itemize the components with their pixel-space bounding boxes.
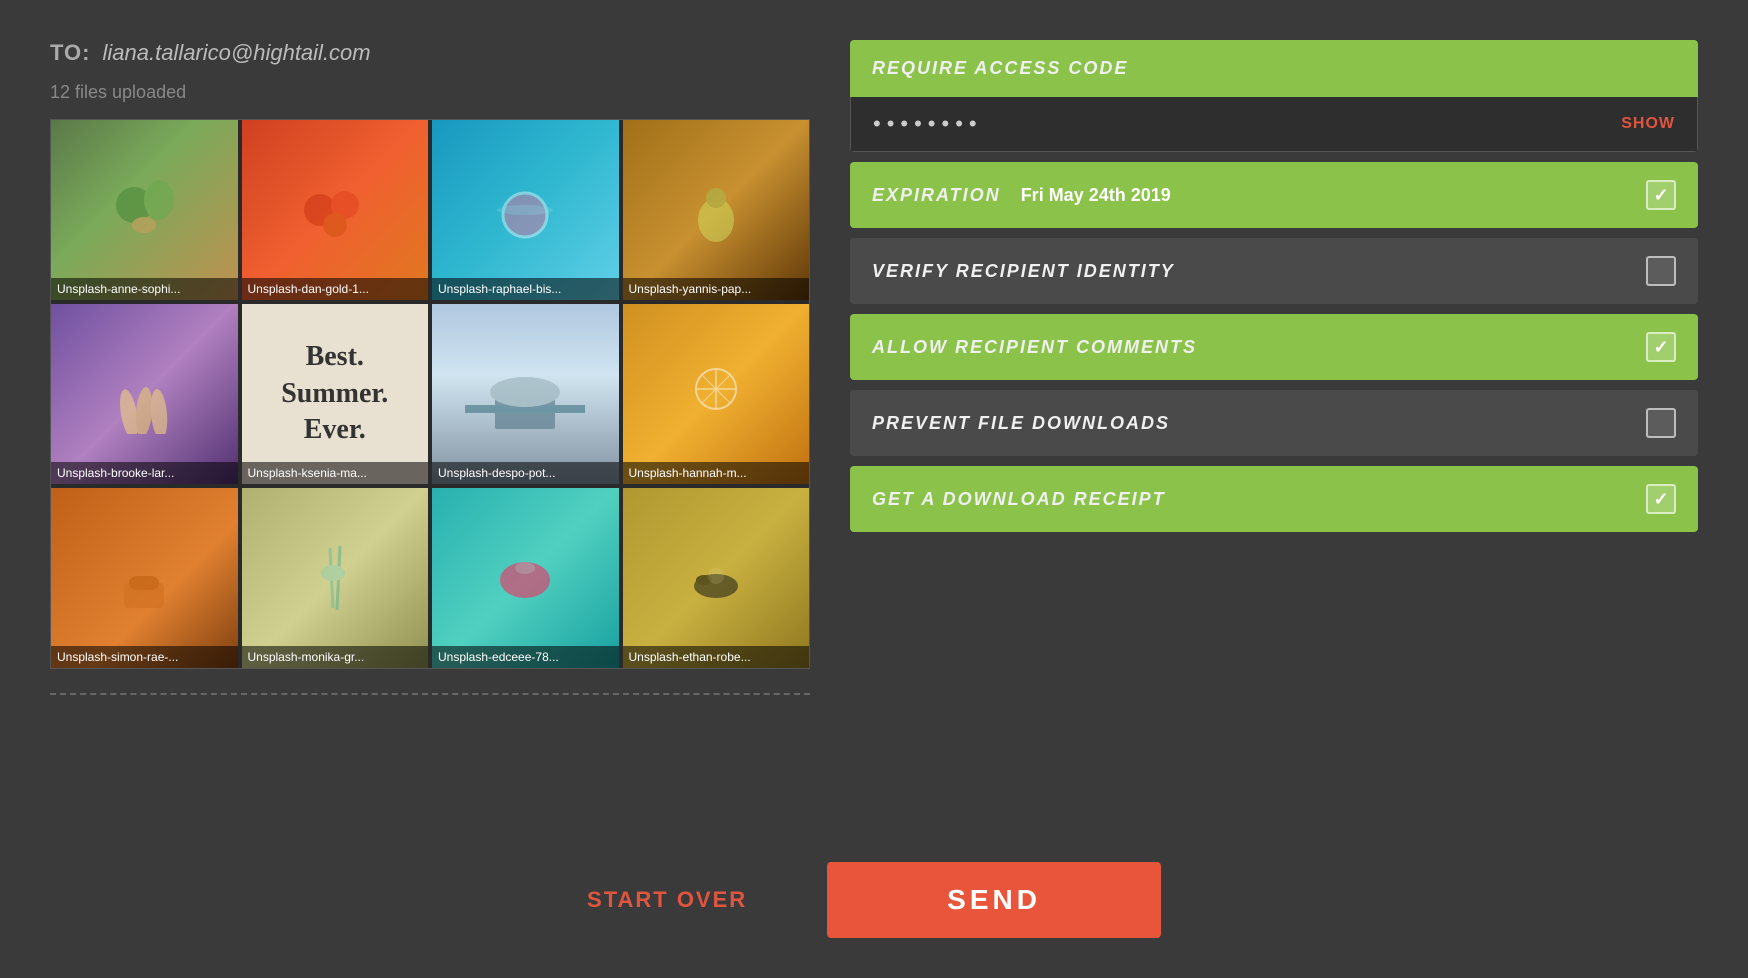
expiration-label: EXPIRATION [872, 185, 1001, 206]
expiration-checkbox[interactable]: ✓ [1646, 180, 1676, 210]
grid-item: Unsplash-ethan-robe... [623, 488, 810, 668]
verify-identity-label: VERIFY RECIPIENT IDENTITY [872, 261, 1175, 282]
access-code-label: REQUIRE ACCESS CODE [872, 58, 1128, 79]
start-over-button[interactable]: START OVER [587, 887, 747, 913]
grid-item-label: Unsplash-yannis-pap... [623, 278, 810, 300]
files-count: 12 files uploaded [50, 82, 810, 103]
password-dots: •••••••• [873, 111, 983, 137]
verify-identity-option[interactable]: VERIFY RECIPIENT IDENTITY [850, 238, 1698, 304]
dashed-separator [50, 693, 810, 695]
verify-identity-checkbox[interactable] [1646, 256, 1676, 286]
grid-item: Unsplash-dan-gold-1... [242, 120, 429, 300]
checkmark-icon: ✓ [1653, 489, 1668, 510]
files-grid: Unsplash-anne-sophi... Unsplash-dan-gold… [50, 119, 810, 669]
download-receipt-label: GET A DOWNLOAD RECEIPT [872, 489, 1166, 510]
expiration-section: EXPIRATION Fri May 24th 2019 ✓ [850, 162, 1698, 228]
expiration-date: Fri May 24th 2019 [1021, 185, 1171, 206]
right-panel: REQUIRE ACCESS CODE •••••••• SHOW EXPIRA… [850, 40, 1698, 822]
grid-item-label: Unsplash-hannah-m... [623, 462, 810, 484]
allow-comments-label: ALLOW RECIPIENT COMMENTS [872, 337, 1197, 358]
allow-comments-option[interactable]: ALLOW RECIPIENT COMMENTS ✓ [850, 314, 1698, 380]
send-button[interactable]: SEND [827, 862, 1161, 938]
prevent-downloads-label: PREVENT FILE DOWNLOADS [872, 413, 1170, 434]
grid-item: Unsplash-brooke-lar... [51, 304, 238, 484]
grid-item: Unsplash-monika-gr... [242, 488, 429, 668]
grid-item-label: Unsplash-ksenia-ma... [242, 462, 429, 484]
grid-item-label: Unsplash-monika-gr... [242, 646, 429, 668]
grid-item: Unsplash-simon-rae-... [51, 488, 238, 668]
allow-comments-checkbox[interactable]: ✓ [1646, 332, 1676, 362]
grid-item-label: Unsplash-raphael-bis... [432, 278, 619, 300]
to-label: TO: [50, 40, 90, 66]
grid-item: Unsplash-yannis-pap... [623, 120, 810, 300]
show-password-button[interactable]: SHOW [1621, 115, 1675, 133]
to-email: liana.tallarico@hightail.com [102, 40, 370, 66]
access-code-header: REQUIRE ACCESS CODE [850, 40, 1698, 97]
checkmark-icon: ✓ [1653, 337, 1668, 358]
grid-item: Best.Summer.Ever. Unsplash-ksenia-ma... [242, 304, 429, 484]
grid-item-label: Unsplash-ethan-robe... [623, 646, 810, 668]
grid-item-label: Unsplash-edceee-78... [432, 646, 619, 668]
grid-item-label: Unsplash-simon-rae-... [51, 646, 238, 668]
grid-item: Unsplash-despo-pot... [432, 304, 619, 484]
download-receipt-checkbox[interactable]: ✓ [1646, 484, 1676, 514]
grid-item-label: Unsplash-brooke-lar... [51, 462, 238, 484]
access-code-section: REQUIRE ACCESS CODE •••••••• SHOW [850, 40, 1698, 152]
grid-item-label: Unsplash-despo-pot... [432, 462, 619, 484]
grid-item: Unsplash-anne-sophi... [51, 120, 238, 300]
download-receipt-option[interactable]: GET A DOWNLOAD RECEIPT ✓ [850, 466, 1698, 532]
grid-item-label: Unsplash-dan-gold-1... [242, 278, 429, 300]
to-row: TO: liana.tallarico@hightail.com [50, 40, 810, 66]
grid-item: Unsplash-raphael-bis... [432, 120, 619, 300]
access-code-input-row[interactable]: •••••••• SHOW [850, 97, 1698, 152]
prevent-downloads-checkbox[interactable] [1646, 408, 1676, 438]
grid-item: Unsplash-hannah-m... [623, 304, 810, 484]
expiration-content: EXPIRATION Fri May 24th 2019 [872, 185, 1171, 206]
left-panel: TO: liana.tallarico@hightail.com 12 file… [50, 40, 810, 822]
checkmark-icon: ✓ [1653, 185, 1668, 206]
grid-item: Unsplash-edceee-78... [432, 488, 619, 668]
grid-item-label: Unsplash-anne-sophi... [51, 278, 238, 300]
bottom-bar: START OVER SEND [0, 842, 1748, 978]
prevent-downloads-option[interactable]: PREVENT FILE DOWNLOADS [850, 390, 1698, 456]
